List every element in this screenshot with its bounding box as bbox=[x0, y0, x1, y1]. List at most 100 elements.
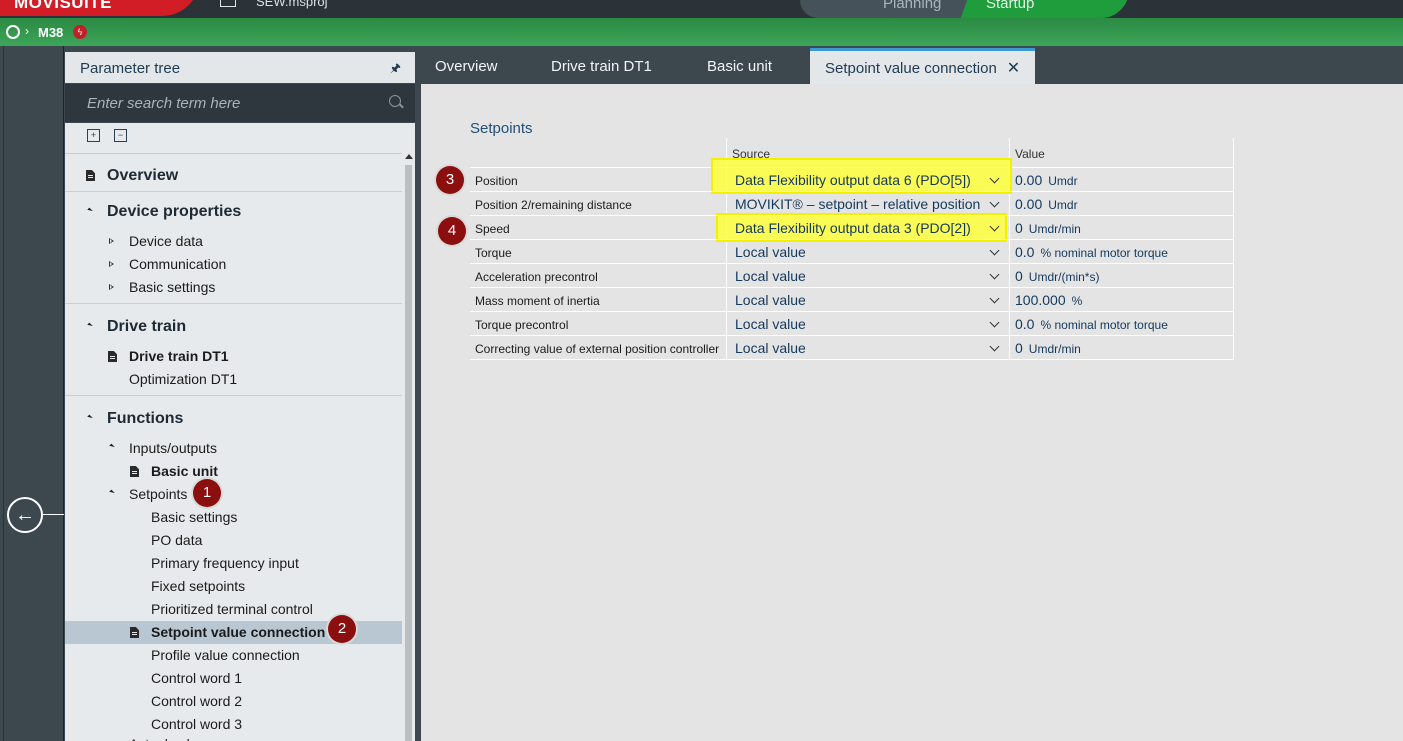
value-field[interactable]: 0.00 Umdr bbox=[1015, 172, 1078, 188]
source-dropdown[interactable]: Local value bbox=[735, 316, 806, 332]
breadcrumb-device[interactable]: M38 bbox=[38, 25, 63, 40]
search-icon[interactable] bbox=[389, 95, 401, 107]
value-unit: Umdr bbox=[1048, 174, 1078, 188]
tab-overview[interactable]: Overview bbox=[435, 58, 498, 75]
tree-item-label: Communication bbox=[129, 256, 227, 272]
value-number: 0.00 bbox=[1015, 196, 1043, 212]
tree-item-po-data[interactable]: PO data bbox=[65, 529, 402, 552]
row-divider bbox=[470, 311, 1234, 312]
chevron-down-icon[interactable] bbox=[989, 245, 1000, 256]
collapsed-icon[interactable] bbox=[109, 284, 114, 290]
chevron-right-icon: › bbox=[25, 24, 29, 38]
collapsed-icon[interactable] bbox=[109, 261, 114, 267]
chevron-down-icon[interactable] bbox=[989, 293, 1000, 304]
chevron-down-icon[interactable] bbox=[989, 317, 1000, 328]
tree-item-profile-value-connection[interactable]: Profile value connection bbox=[65, 644, 402, 667]
row-divider bbox=[470, 359, 1234, 360]
back-connector bbox=[43, 514, 64, 515]
tree-item-basic-settings[interactable]: Basic settings bbox=[65, 276, 402, 299]
tree-item-functions[interactable]: Functions bbox=[65, 405, 402, 433]
parameter-tree-panel: Parameter tree 🖈 Enter search term here … bbox=[64, 46, 415, 741]
row-divider bbox=[470, 215, 1234, 216]
collapsed-icon[interactable] bbox=[109, 238, 114, 244]
tree-item-label: Primary frequency input bbox=[151, 555, 299, 571]
expanded-icon[interactable] bbox=[85, 207, 93, 216]
value-field[interactable]: 0.0 % nominal motor torque bbox=[1015, 316, 1168, 332]
pin-icon[interactable]: 🖈 bbox=[390, 59, 401, 80]
tree-item-basic-unit[interactable]: Basic unit bbox=[65, 460, 402, 483]
tree-item-label: Basic settings bbox=[129, 279, 216, 295]
tree-item-inputs-outputs[interactable]: Inputs/outputs bbox=[65, 437, 402, 460]
tree-item-optimization-dt1[interactable]: Optimization DT1 bbox=[65, 368, 402, 391]
tree-item-label: PO data bbox=[151, 532, 203, 548]
value-number: 0.00 bbox=[1015, 172, 1043, 188]
annotation-marker-1: 1 bbox=[193, 479, 221, 507]
tree-item-prioritized-terminal-control[interactable]: Prioritized terminal control bbox=[65, 598, 402, 621]
source-dropdown[interactable]: Data Flexibility output data 6 (PDO[5]) bbox=[735, 172, 971, 188]
tree-divider bbox=[65, 153, 402, 154]
chevron-down-icon[interactable] bbox=[989, 197, 1000, 208]
row-divider bbox=[470, 263, 1234, 264]
value-number: 0 bbox=[1015, 268, 1023, 284]
tree-item-actual-values[interactable]: Actual values bbox=[65, 733, 402, 741]
source-dropdown[interactable]: Local value bbox=[735, 340, 806, 356]
tree-item-label: Device properties bbox=[107, 203, 242, 220]
collapse-all-icon[interactable]: − bbox=[114, 129, 127, 142]
app-name: MOVISUITE bbox=[14, 0, 113, 12]
tree-item-drive-train[interactable]: Drive train bbox=[65, 313, 402, 341]
tree-item-fixed-setpoints[interactable]: Fixed setpoints bbox=[65, 575, 402, 598]
value-unit: Umdr bbox=[1048, 198, 1078, 212]
value-field[interactable]: 100.000% bbox=[1015, 292, 1082, 308]
chevron-down-icon[interactable] bbox=[989, 341, 1000, 352]
row-divider bbox=[470, 239, 1234, 240]
tree-item-control-word-1[interactable]: Control word 1 bbox=[65, 667, 402, 690]
tree-item-device-data[interactable]: Device data bbox=[65, 230, 402, 253]
tree-item-sp-basic-settings[interactable]: Basic settings bbox=[65, 506, 402, 529]
tree-item-communication[interactable]: Communication bbox=[65, 253, 402, 276]
tree-scrollbar[interactable] bbox=[402, 151, 415, 741]
document-icon bbox=[108, 351, 117, 362]
back-arrow-icon[interactable]: ← bbox=[7, 497, 43, 533]
tree-item-setpoints[interactable]: Setpoints bbox=[65, 483, 402, 506]
close-icon[interactable]: ✕ bbox=[1007, 58, 1020, 78]
mode-tab-planning[interactable]: Planning bbox=[883, 0, 941, 12]
value-unit: Umdr/min bbox=[1028, 342, 1081, 356]
row-label: Position 2/remaining distance bbox=[475, 198, 632, 212]
source-dropdown[interactable]: Data Flexibility output data 3 (PDO[2]) bbox=[735, 220, 971, 236]
tree-item-label: Actual values bbox=[129, 733, 212, 741]
scroll-thumb[interactable] bbox=[405, 165, 412, 741]
chevron-down-icon[interactable] bbox=[989, 269, 1000, 280]
search-input[interactable]: Enter search term here bbox=[65, 84, 415, 122]
value-field[interactable]: 0.00 Umdr bbox=[1015, 196, 1078, 212]
value-field[interactable]: 0 Umdr/min bbox=[1015, 340, 1081, 356]
expanded-icon[interactable] bbox=[107, 489, 115, 498]
tree-item-label: Fixed setpoints bbox=[151, 578, 246, 594]
tree-item-drive-train-dt1[interactable]: Drive train DT1 bbox=[65, 345, 402, 368]
tree-item-device-properties[interactable]: Device properties bbox=[65, 198, 402, 226]
expanded-icon[interactable] bbox=[107, 443, 115, 452]
document-tabs: Overview Drive train DT1 Basic unit Setp… bbox=[415, 46, 1403, 84]
value-number: 0.0 bbox=[1015, 244, 1035, 260]
tree-item-control-word-2[interactable]: Control word 2 bbox=[65, 690, 402, 713]
expanded-icon[interactable] bbox=[85, 414, 93, 423]
source-dropdown[interactable]: MOVIKIT® – setpoint – relative position bbox=[735, 196, 980, 212]
tab-basic-unit[interactable]: Basic unit bbox=[707, 58, 772, 75]
row-label: Torque precontrol bbox=[475, 318, 569, 332]
expand-all-icon[interactable]: + bbox=[87, 129, 100, 142]
source-dropdown[interactable]: Local value bbox=[735, 292, 806, 308]
scroll-up-icon[interactable] bbox=[405, 154, 413, 159]
value-field[interactable]: 0 Umdr/min bbox=[1015, 220, 1081, 236]
tree-item-overview[interactable]: Overview bbox=[65, 162, 402, 190]
tree-item-primary-frequency-input[interactable]: Primary frequency input bbox=[65, 552, 402, 575]
source-dropdown[interactable]: Local value bbox=[735, 268, 806, 284]
tab-setpoint-value-connection[interactable]: Setpoint value connection ✕ bbox=[810, 48, 1036, 84]
home-logo-icon[interactable] bbox=[6, 25, 20, 39]
value-field[interactable]: 0 Umdr/(min*s) bbox=[1015, 268, 1099, 284]
expanded-icon[interactable] bbox=[85, 322, 93, 331]
tab-drive-train-dt1[interactable]: Drive train DT1 bbox=[551, 58, 652, 75]
panel-header: Parameter tree 🖈 bbox=[65, 52, 415, 83]
source-dropdown[interactable]: Local value bbox=[735, 244, 806, 260]
row-label: Position bbox=[475, 174, 518, 188]
value-field[interactable]: 0.0 % nominal motor torque bbox=[1015, 244, 1168, 260]
mode-tab-startup[interactable]: Startup bbox=[986, 0, 1034, 12]
